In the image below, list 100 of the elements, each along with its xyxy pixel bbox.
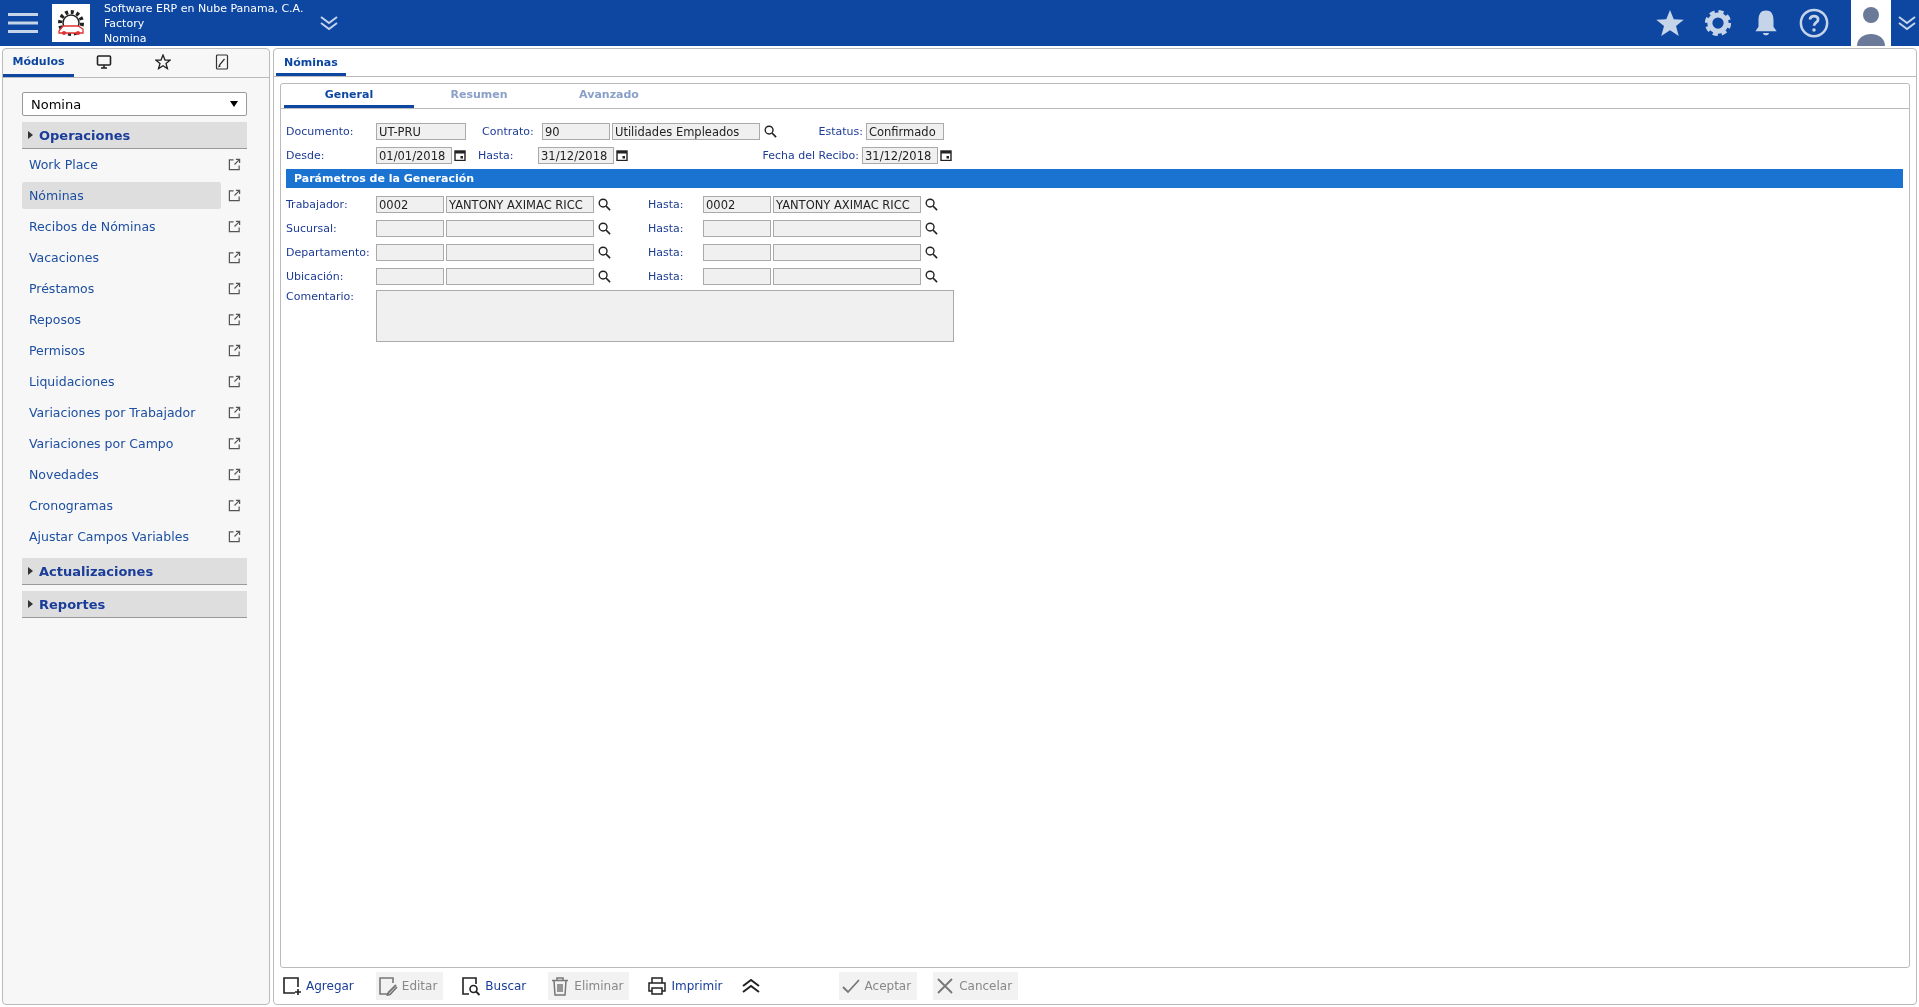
code-field[interactable] [703,219,771,237]
external-link-icon[interactable] [228,189,241,202]
user-avatar[interactable] [1851,0,1891,46]
external-link-icon[interactable] [228,158,241,171]
field-label: Fecha del Recibo: [761,148,859,162]
name-field[interactable] [773,219,921,237]
contract-name-field[interactable]: Utilidades Empleados [612,122,760,140]
sidebar-item[interactable]: Liquidaciones [22,368,221,395]
search-icon[interactable] [925,269,938,283]
external-link-icon[interactable] [228,220,241,233]
section-header[interactable]: Actualizaciones [22,558,247,585]
code-field[interactable]: 0002 [703,195,771,213]
search-icon[interactable] [598,221,611,235]
search-icon[interactable] [764,124,777,138]
date-field[interactable]: 31/12/2018 [538,146,614,164]
code-field[interactable] [703,267,771,285]
code-field[interactable] [376,267,444,285]
calendar-icon[interactable] [940,149,952,161]
external-link-icon[interactable] [228,282,241,295]
external-link-icon[interactable] [228,468,241,481]
search-icon[interactable] [925,221,938,235]
search-icon[interactable] [598,245,611,259]
add-button[interactable]: Agregar [280,972,360,1000]
field-label: Hasta: [648,197,685,211]
sidebar-item[interactable]: Variaciones por Trabajador [22,399,221,426]
field-label: Hasta: [478,148,515,162]
pen-note-icon [213,53,230,70]
name-field[interactable] [773,243,921,261]
external-link-icon[interactable] [228,251,241,264]
field-label: Hasta: [648,269,685,283]
date-field[interactable]: 01/01/2018 [376,146,452,164]
star-icon [154,53,171,70]
external-link-icon[interactable] [228,499,241,512]
code-field[interactable] [703,243,771,261]
sidebar-item[interactable]: Ajustar Campos Variables [22,523,221,550]
section-header[interactable]: Operaciones [22,122,247,149]
name-field[interactable] [446,243,594,261]
printer-icon [647,976,668,996]
sidebar-item[interactable]: Cronogramas [22,492,221,519]
date-field[interactable]: 31/12/2018 [862,146,938,164]
expand-icon[interactable] [319,15,340,31]
module-dropdown[interactable]: Nomina [22,92,247,116]
print-button[interactable]: Imprimir [645,972,729,1000]
search-icon[interactable] [598,197,611,211]
edit-icon [377,976,398,996]
close-icon [935,976,956,996]
sidebar-item[interactable]: Permisos [22,337,221,364]
help-icon[interactable] [1799,8,1829,38]
field-label: Hasta: [648,221,685,235]
external-link-icon[interactable] [228,406,241,419]
search-button[interactable]: Buscar [459,972,533,1000]
section-title: Reportes [39,596,106,612]
sidebar-item[interactable]: Vacaciones [22,244,221,271]
field-label: Ubicación: [286,269,345,283]
search-icon[interactable] [598,269,611,283]
name-field[interactable] [446,267,594,285]
section-title: Operaciones [39,127,131,143]
sidebar-item[interactable]: Work Place [22,151,221,178]
code-field[interactable]: 0002 [376,195,444,213]
field-label: Desde: [286,148,326,162]
star-icon[interactable] [1655,8,1685,38]
settings-icon[interactable] [1703,8,1733,38]
section-bar: Parámetros de la Generación [286,169,1903,188]
trash-icon [550,976,571,996]
collapse-icon[interactable] [740,978,761,994]
menu-icon[interactable] [8,12,38,34]
sidebar-item[interactable]: Recibos de Nóminas [22,213,221,240]
calendar-icon[interactable] [454,149,466,161]
external-link-icon[interactable] [228,530,241,543]
search-icon[interactable] [925,245,938,259]
document-field[interactable]: UT-PRU [376,122,466,140]
modules-tab[interactable]: Módulos [3,49,74,77]
sidebar-item[interactable]: Variaciones por Campo [22,430,221,457]
contract-code-field[interactable]: 90 [542,122,610,140]
section-header[interactable]: Reportes [22,591,247,618]
calendar-icon[interactable] [616,149,628,161]
sidebar-item[interactable]: Novedades [22,461,221,488]
form-tab[interactable]: General [284,84,414,108]
search-icon[interactable] [925,197,938,211]
external-link-icon[interactable] [228,313,241,326]
code-field[interactable] [376,219,444,237]
external-link-icon[interactable] [228,344,241,357]
name-field[interactable]: YANTONY AXIMAC RICC [446,195,594,213]
code-field[interactable] [376,243,444,261]
status-field[interactable]: Confirmado [866,122,944,140]
comment-field[interactable] [376,290,954,342]
field-label: Estatus: [817,124,863,138]
name-field[interactable] [446,219,594,237]
name-field[interactable]: YANTONY AXIMAC RICC [773,195,921,213]
page-tab[interactable]: Nóminas [276,49,346,76]
name-field[interactable] [773,267,921,285]
sidebar-item[interactable]: Reposos [22,306,221,333]
expand-icon[interactable] [1897,15,1917,31]
add-icon [282,976,302,996]
sidebar-item[interactable]: Nóminas [22,182,221,209]
company-name: Software ERP en Nube Panama, C.A. [104,0,304,16]
external-link-icon[interactable] [228,375,241,388]
sidebar-item[interactable]: Préstamos [22,275,221,302]
external-link-icon[interactable] [228,437,241,450]
monitor-icon [95,53,112,70]
